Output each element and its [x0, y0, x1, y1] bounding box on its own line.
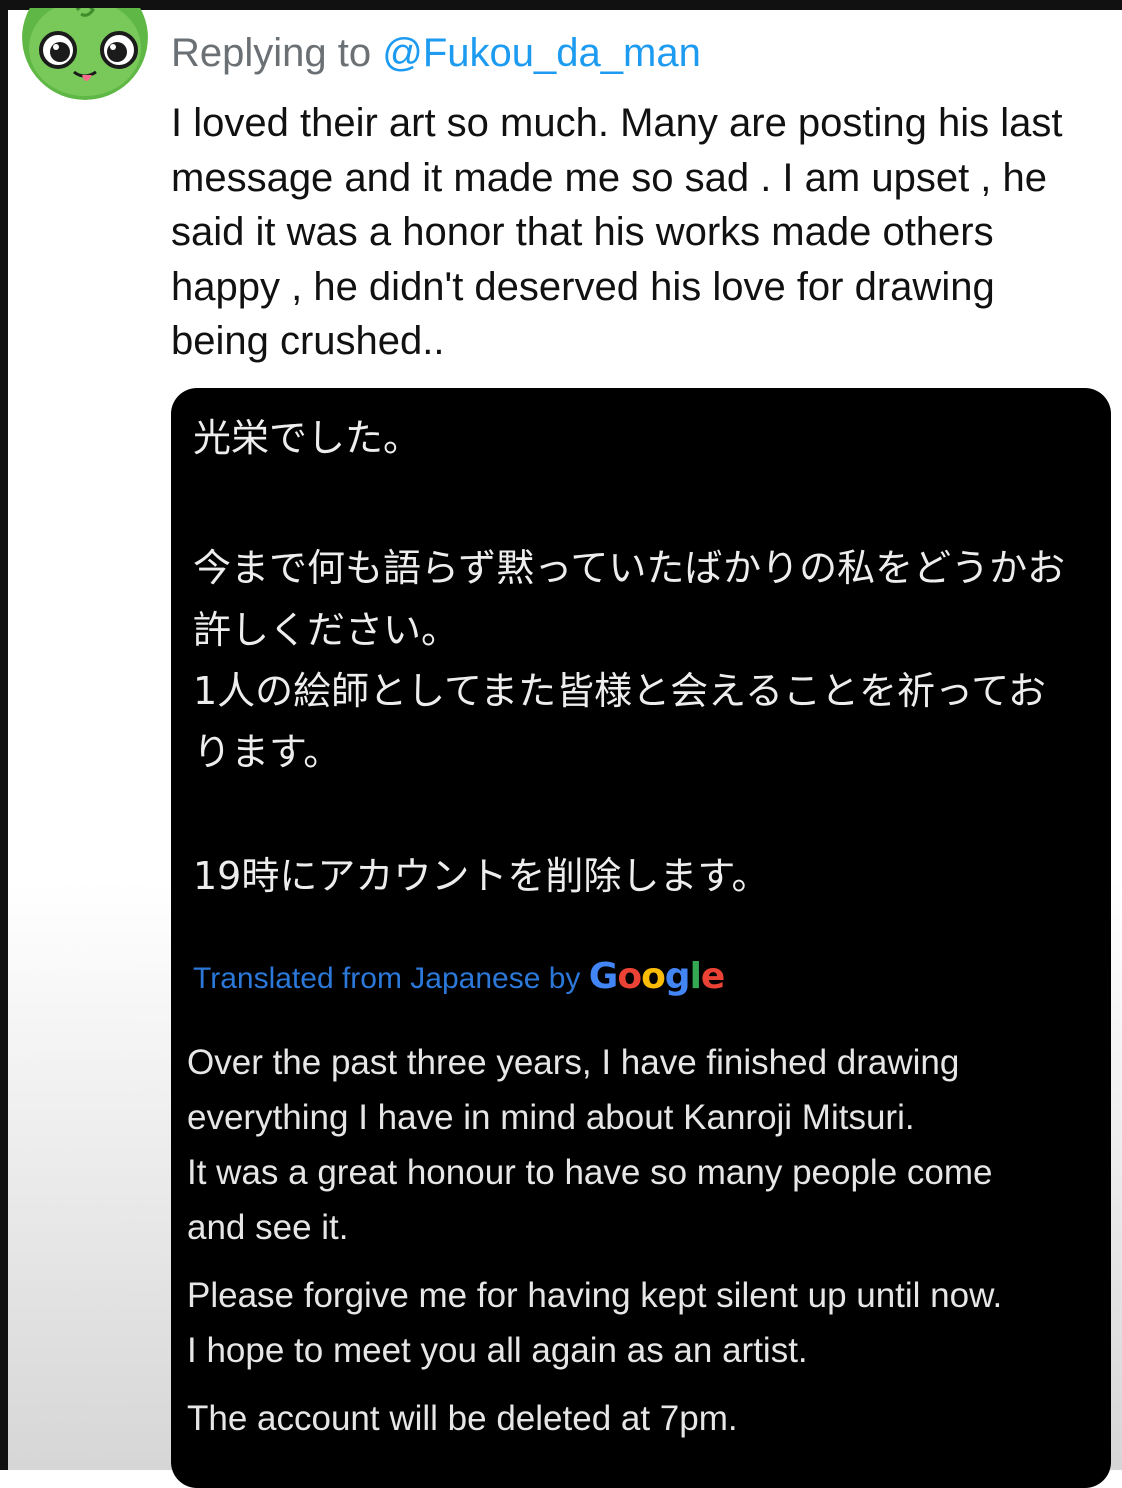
google-letter: G	[588, 956, 619, 997]
left-dark-edge	[0, 0, 8, 1470]
tweet-line: happy , he didn't deserved his love for …	[171, 264, 995, 309]
attached-screenshot-image[interactable]: 光栄でした。 今まで何も語らず黙っていたばかりの私をどうかお 許しください。 1…	[171, 388, 1111, 1488]
tweet-text: I loved their art so much. Many are post…	[171, 96, 1116, 369]
tweet-line: message and it made me so sad . I am ups…	[171, 155, 1048, 200]
english-translation-line: The account will be deleted at 7pm.	[187, 1399, 738, 1438]
google-letter: l	[689, 956, 702, 997]
avatar[interactable]	[22, 8, 148, 100]
google-letter: o	[641, 956, 666, 997]
green-frog-avatar-icon	[22, 8, 148, 100]
reply-handle-link[interactable]: @Fukou_da_man	[382, 31, 701, 75]
google-letter: g	[664, 956, 691, 997]
english-translation-line: and see it.	[187, 1208, 349, 1247]
japanese-text-line: 許しください。	[193, 608, 460, 652]
english-translation-line: everything I have in mind about Kanroji …	[187, 1098, 915, 1137]
english-translation-line: Over the past three years, I have finish…	[187, 1043, 960, 1082]
tweet-line: being crushed..	[171, 319, 445, 363]
translated-label: Translated from Japanese by	[193, 962, 581, 995]
google-letter: o	[617, 956, 642, 997]
english-translation-line: It was a great honour to have so many pe…	[187, 1153, 993, 1192]
english-translation-line: I hope to meet you all again as an artis…	[187, 1331, 808, 1370]
tweet-line: said it was a honor that his works made …	[171, 210, 994, 254]
translated-from-japanese-by-google[interactable]: Translated from Japanese by Google	[193, 956, 726, 997]
replying-to-line: Replying to @Fukou_da_man	[171, 30, 701, 76]
japanese-text-line: 1人の絵師としてまた皆様と会えることを祈ってお	[193, 669, 1046, 713]
japanese-text-line: 今まで何も語らず黙っていたばかりの私をどうかお	[193, 546, 1066, 590]
google-logo-icon: Google	[588, 956, 726, 997]
english-translation-line: Please forgive me for having kept silent…	[187, 1276, 1003, 1315]
replying-to-label: Replying to	[171, 31, 383, 75]
japanese-text-line: 19時にアカウントを削除します。	[193, 854, 770, 898]
tweet-line: I loved their art so much. Many are post…	[171, 101, 1063, 145]
japanese-text-line: 光栄でした。	[193, 416, 422, 460]
japanese-text-line: ります。	[193, 730, 342, 774]
google-letter: e	[700, 956, 725, 997]
top-dark-edge	[0, 0, 1122, 10]
